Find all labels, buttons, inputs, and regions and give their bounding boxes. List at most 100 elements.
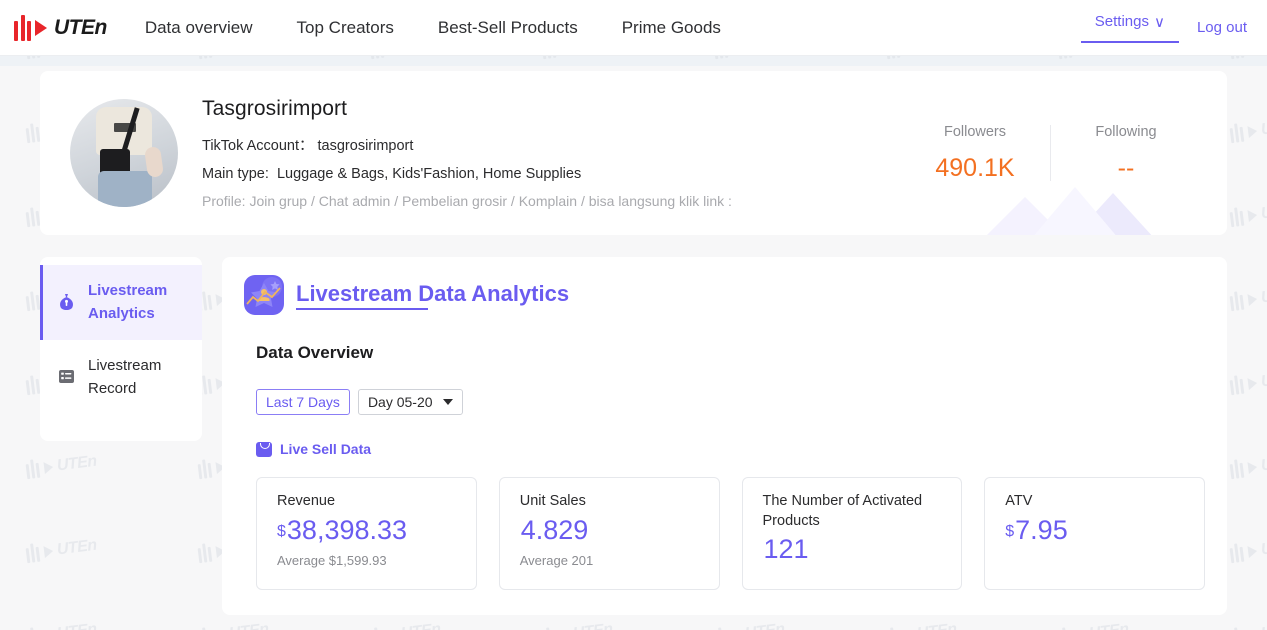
account-value: tasgrosirimport — [317, 138, 414, 154]
analytics-panel: Livestream Data Analytics Data Overview … — [222, 257, 1227, 615]
account-label: TikTok Account： — [202, 138, 314, 154]
logo-text: UTEn — [54, 15, 107, 39]
main-type-value: Luggage & Bags, Kids'Fashion, Home Suppl… — [276, 166, 582, 182]
sidebar-item-livestream-analytics[interactable]: Livestream Analytics — [40, 265, 202, 340]
watermark: UTEn — [1229, 368, 1267, 396]
currency-symbol: $ — [1005, 522, 1015, 540]
watermark: UTEn — [1229, 452, 1267, 480]
metric-card-atv[interactable]: ATV $7.95 — [984, 477, 1205, 590]
watermark: UTEn — [1229, 116, 1267, 144]
metric-number: 4.829 — [520, 514, 589, 545]
watermark: UTEn — [369, 620, 442, 630]
nav-link-data-overview[interactable]: Data overview — [145, 18, 253, 38]
metric-card-activated-products[interactable]: The Number of Activated Products 121 — [741, 477, 963, 590]
chevron-down-icon — [442, 399, 453, 405]
live-sell-data-header: Live Sell Data — [256, 441, 1205, 457]
live-sell-data-label: Live Sell Data — [280, 441, 372, 457]
page-body: UTEn UTEn UTEn UTEn UTEn UTEn UTEn UTEn UTEn UTEn… — [0, 56, 1267, 630]
watermark: UTEn — [25, 56, 98, 60]
nav-links: Data overview Top Creators Best-Sell Pro… — [145, 18, 721, 38]
metric-value: $7.95 — [1005, 514, 1188, 548]
watermark: UTEn — [1229, 536, 1267, 564]
metric-sub: Average 201 — [519, 553, 594, 569]
profile-bio-row: Profile: Join grup / Chat admin / Pembel… — [202, 193, 732, 209]
nav-right: Settings ∨ Log out — [1080, 13, 1247, 43]
metric-cards: Revenue $38,398.33 Average $1,599.93 Uni… — [256, 477, 1205, 590]
settings-menu[interactable]: Settings ∨ — [1080, 13, 1180, 43]
nav-link-top-creators[interactable]: Top Creators — [297, 18, 394, 38]
watermark: UTEn — [541, 56, 614, 60]
metric-value: 4.829 — [520, 514, 703, 548]
nav-link-prime-goods[interactable]: Prime Goods — [622, 18, 721, 38]
profile-main-type-row: Main type: Luggage & Bags, Kids'Fashion,… — [202, 166, 732, 182]
sidebar-item-label: Livestream Record — [88, 356, 162, 397]
sidebar-item-livestream-record[interactable]: Livestream Record — [40, 340, 202, 415]
watermark: UTEn — [197, 620, 270, 630]
profile-info: Tasgrosirimport TikTok Account： tasgrosi… — [202, 97, 732, 209]
panel-header: Livestream Data Analytics — [244, 275, 1205, 315]
watermark: UTEn — [1057, 56, 1130, 60]
avatar — [70, 99, 178, 207]
following-stat: Following -- — [1051, 124, 1201, 183]
money-bag-icon — [56, 293, 76, 312]
list-icon — [56, 369, 76, 384]
watermark: UTEn — [1229, 284, 1267, 312]
watermark: UTEn — [1057, 620, 1130, 630]
content-columns: Livestream Analytics Livestream Record L… — [40, 257, 1227, 615]
analytics-star-icon — [244, 275, 284, 315]
mountains-decoration — [987, 187, 1152, 235]
metric-number: 38,398.33 — [286, 514, 408, 545]
filter-controls: Last 7 Days Day 05-20 — [256, 389, 1205, 415]
day-select[interactable]: Day 05-20 — [357, 389, 463, 415]
metric-card-revenue[interactable]: Revenue $38,398.33 Average $1,599.93 — [256, 477, 477, 590]
watermark: UTEn — [713, 620, 786, 630]
following-label: Following — [1095, 123, 1157, 140]
following-value: -- — [1117, 153, 1135, 182]
metric-label: ATV — [1005, 493, 1033, 509]
metric-number: 7.95 — [1015, 514, 1068, 545]
top-navbar: UTEn Data overview Top Creators Best-Sel… — [0, 0, 1267, 56]
currency-symbol: $ — [277, 522, 286, 540]
watermark: UTEn — [1229, 620, 1267, 630]
followers-stat: Followers 490.1K — [900, 124, 1050, 183]
logo-bars-icon — [14, 14, 31, 41]
profile-label: Profile: — [202, 193, 246, 209]
watermark: UTEn — [885, 56, 958, 60]
followers-value: 490.1K — [935, 153, 1015, 182]
watermark: UTEn — [713, 56, 786, 60]
watermark: UTEn — [1229, 200, 1267, 228]
profile-stats: Followers 490.1K Following -- — [900, 124, 1201, 183]
profile-account-row: TikTok Account： tasgrosirimport — [202, 134, 732, 155]
section-title: Data Overview — [256, 343, 374, 362]
watermark: UTEn — [885, 620, 958, 630]
followers-label: Followers — [943, 123, 1007, 140]
sidebar-item-label: Livestream Analytics — [88, 282, 168, 323]
watermark: UTEn — [197, 56, 270, 60]
metric-sub: Average $1,599.93 — [277, 553, 387, 569]
logo-play-icon — [35, 19, 47, 36]
metric-number: 121 — [763, 534, 809, 565]
metric-card-unit-sales[interactable]: Unit Sales 4.829 Average 201 — [498, 477, 720, 590]
chevron-down-icon: ∨ — [1153, 13, 1165, 31]
watermark: UTEn — [369, 56, 442, 60]
profile-name: Tasgrosirimport — [202, 97, 348, 120]
profile-value: Join grup / Chat admin / Pembelian grosi… — [249, 193, 732, 209]
metric-value: 121 — [763, 533, 946, 567]
uten-logo[interactable]: UTEn — [14, 14, 107, 41]
logout-button[interactable]: Log out — [1197, 19, 1247, 36]
settings-label: Settings — [1094, 13, 1149, 30]
watermark: UTEn — [25, 620, 98, 630]
nav-link-best-sell-products[interactable]: Best-Sell Products — [438, 18, 578, 38]
watermark: UTEn — [1229, 56, 1267, 60]
metric-label: Revenue — [277, 493, 336, 509]
metric-label: The Number of Activated Products — [762, 493, 923, 529]
profile-card: Tasgrosirimport TikTok Account： tasgrosi… — [40, 71, 1227, 235]
last-7-days-button[interactable]: Last 7 Days — [256, 389, 350, 415]
day-select-value: Day 05-20 — [367, 394, 433, 410]
page-title: Livestream Data Analytics — [296, 281, 569, 310]
main-type-label: Main type: — [202, 166, 269, 182]
metric-label: Unit Sales — [519, 493, 586, 509]
shopping-bag-icon — [256, 441, 272, 457]
sidebar: Livestream Analytics Livestream Record — [40, 257, 202, 441]
watermark: UTEn — [541, 620, 614, 630]
